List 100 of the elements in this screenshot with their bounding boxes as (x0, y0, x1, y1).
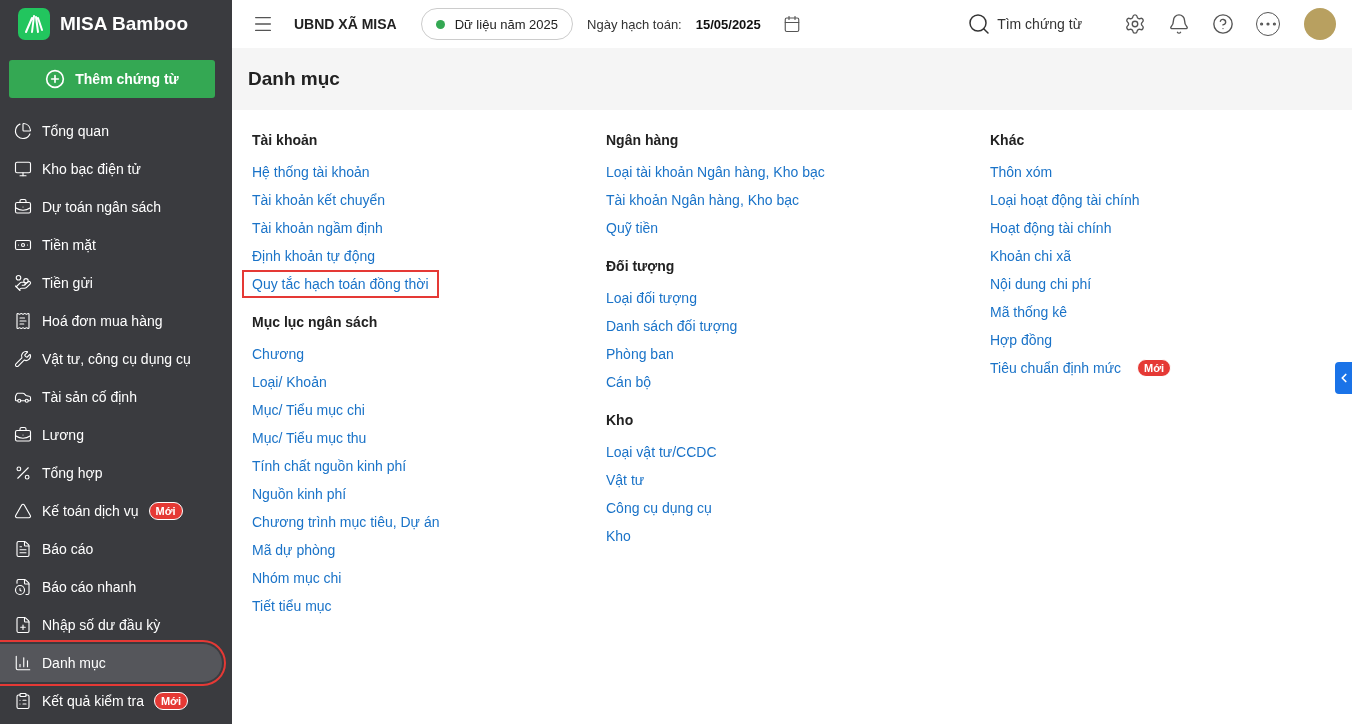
sidebar-item[interactable]: Tiền mặt (0, 226, 222, 264)
category-link[interactable]: Vật tư (598, 468, 653, 492)
sidebar-item[interactable]: Tiền gửi (0, 264, 222, 302)
bell-icon[interactable] (1168, 13, 1190, 35)
new-badge: Mới (148, 502, 183, 520)
sidebar-label: Báo cáo (42, 541, 94, 557)
new-badge: Mới (1137, 359, 1172, 377)
sidebar-label: Vật tư, công cụ dụng cụ (42, 351, 191, 367)
page-title: Danh mục (248, 68, 340, 90)
hand-coins-icon (14, 274, 32, 292)
category-link[interactable]: Hệ thống tài khoản (244, 160, 378, 184)
date-label: Ngày hạch toán: (587, 16, 682, 32)
sidebar-item[interactable]: Báo cáo nhanh (0, 568, 222, 606)
sidebar-label: Kho bạc điện tử (42, 161, 141, 177)
sidebar-item[interactable]: Tổng hợp (0, 454, 222, 492)
plus-icon (45, 69, 66, 89)
briefcase-icon (14, 426, 32, 444)
category-link[interactable]: Tài khoản kết chuyển (244, 188, 394, 212)
sidebar-item[interactable]: Hoá đơn mua hàng (0, 302, 222, 340)
category-link[interactable]: Mục/ Tiểu mục thu (244, 426, 375, 450)
category-link[interactable]: Hợp đồng (982, 328, 1061, 352)
sidebar-label: Lương (42, 427, 84, 443)
sidebar-item[interactable]: Kết quả kiểm tra Mới (0, 682, 222, 720)
briefcase-icon (14, 198, 32, 216)
sidebar-label: Nhập số dư đầu kỳ (42, 617, 161, 633)
category-link[interactable]: Khoản chi xã (982, 244, 1079, 268)
sidebar-label: Tổng quan (42, 123, 109, 139)
sidebar-label: Danh mục (42, 655, 106, 671)
category-link[interactable]: Tài khoản Ngân hàng, Kho bạc (598, 188, 808, 212)
category-link[interactable]: Cán bộ (598, 370, 660, 394)
sidebar-label: Tiền mặt (42, 237, 96, 253)
new-badge: Mới (153, 692, 188, 710)
wrench-icon (14, 350, 32, 368)
category-link[interactable]: Thôn xóm (982, 160, 1061, 184)
sidebar-label: Tài sản cố định (42, 389, 137, 405)
status-dot-icon (435, 19, 445, 29)
category-link[interactable]: Loại vật tư/CCDC (598, 440, 725, 464)
sidebar-item[interactable]: Vật tư, công cụ dụng cụ (0, 340, 222, 378)
category-link[interactable]: Nội dung chi phí (982, 272, 1100, 296)
category-link[interactable]: Mục/ Tiểu mục chi (244, 398, 373, 422)
group-title: Mục lục ngân sách (252, 313, 379, 332)
sidebar-item[interactable]: Nhập số dư đầu kỳ (0, 606, 222, 644)
bar-chart-icon (14, 654, 32, 672)
category-link[interactable]: Hoạt động tài chính (982, 216, 1120, 240)
category-link[interactable]: Quy tắc hạch toán đồng thời (244, 272, 437, 296)
pie-chart-icon (14, 122, 32, 140)
clipboard-icon (14, 692, 32, 710)
sidebar-item[interactable]: Kho bạc điện tử (0, 150, 222, 188)
sidebar-label: Kế toán dịch vụ (42, 503, 139, 519)
category-link[interactable]: Định khoản tự động (244, 244, 383, 268)
category-link[interactable]: Tiêu chuẩn định mức (982, 356, 1130, 380)
category-link[interactable]: Loại hoạt động tài chính (982, 188, 1148, 212)
sidebar-item[interactable]: Kế toán dịch vụ Mới (0, 492, 222, 530)
category-link[interactable]: Loại/ Khoản (244, 370, 335, 394)
category-link[interactable]: Tài khoản ngầm định (244, 216, 391, 240)
group-title: Đối tượng (606, 257, 676, 276)
category-link[interactable]: Công cụ dụng cụ (598, 496, 720, 520)
document-clock-icon (14, 578, 32, 596)
posting-date: 15/05/2025 (695, 16, 761, 32)
group-title: Khác (990, 131, 1026, 150)
avatar[interactable] (1304, 8, 1336, 40)
category-link[interactable]: Quỹ tiền (598, 216, 667, 240)
sidebar-label: Dự toán ngân sách (42, 199, 162, 215)
category-link[interactable]: Nguồn kinh phí (244, 482, 355, 506)
category-link[interactable]: Chương (244, 342, 313, 366)
sidebar-item[interactable]: Lương (0, 416, 222, 454)
category-link[interactable]: Nhóm mục chi (244, 566, 350, 590)
collapse-panel-button[interactable] (1335, 362, 1352, 394)
triangle-icon (14, 502, 32, 520)
category-link[interactable]: Loại đối tượng (598, 286, 705, 310)
search-icon (967, 12, 992, 36)
group-title: Tài khoản (252, 131, 319, 150)
group-title: Ngân hàng (606, 131, 680, 150)
app-name: MISA Bamboo (60, 13, 189, 35)
sidebar-label: Báo cáo nhanh (42, 579, 137, 595)
percent-icon (14, 464, 32, 482)
calendar-icon[interactable] (782, 15, 801, 33)
category-link[interactable]: Chương trình mục tiêu, Dự án (244, 510, 448, 534)
category-link[interactable]: Kho (598, 524, 639, 548)
add-document-button[interactable]: Thêm chứng từ (9, 60, 215, 98)
category-link[interactable]: Tiết tiểu mục (244, 594, 340, 618)
help-icon[interactable] (1212, 13, 1234, 35)
group-title: Kho (606, 411, 635, 430)
settings-icon[interactable] (1124, 13, 1146, 35)
sidebar-label: Tiền gửi (42, 275, 93, 291)
category-link[interactable]: Mã dự phòng (244, 538, 344, 562)
category-link[interactable]: Mã thống kê (982, 300, 1076, 324)
monitor-icon (14, 160, 32, 178)
sidebar-item[interactable]: Tổng quan (0, 112, 222, 150)
sidebar-item[interactable]: Tài sản cố định (0, 378, 222, 416)
search-button[interactable]: Tìm chứng từ (961, 11, 1088, 37)
category-link[interactable]: Phòng ban (598, 342, 682, 366)
sidebar-item[interactable]: Dự toán ngân sách (0, 188, 222, 226)
category-link[interactable]: Tính chất nguồn kinh phí (244, 454, 415, 478)
sidebar-label: Kết quả kiểm tra (42, 693, 144, 709)
sidebar-label: Hoá đơn mua hàng (42, 313, 163, 329)
category-link[interactable]: Danh sách đối tượng (598, 314, 746, 338)
sidebar-item[interactable]: Báo cáo (0, 530, 222, 568)
bamboo-logo (18, 8, 50, 40)
category-link[interactable]: Loại tài khoản Ngân hàng, Kho bạc (598, 160, 833, 184)
